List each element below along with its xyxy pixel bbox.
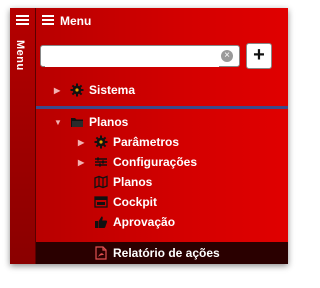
- search-input[interactable]: [45, 47, 219, 67]
- tree-item-planos-child[interactable]: Planos: [94, 172, 152, 192]
- folder-icon: [70, 115, 84, 129]
- plus-icon: +: [253, 44, 265, 66]
- search-box: ×: [40, 45, 240, 67]
- map-icon: [94, 175, 108, 189]
- tree-label: Cockpit: [113, 195, 158, 209]
- triangle-down-icon[interactable]: ▼: [54, 118, 64, 127]
- menu-header: Menu: [36, 8, 288, 34]
- menu-frame: Menu Menu × + ▶ Sistema ▼ Planos ▶ Parâm…: [10, 8, 288, 264]
- tree-item-configuracoes[interactable]: ▶ Configurações: [78, 152, 197, 172]
- tree-item-cockpit[interactable]: Cockpit: [94, 192, 157, 212]
- tree-item-sistema[interactable]: ▶ Sistema: [54, 80, 135, 100]
- menu-panel: Menu × + ▶ Sistema ▼ Planos ▶ Parâmetros…: [36, 8, 288, 264]
- tree-item-planos[interactable]: ▼ Planos: [54, 112, 128, 132]
- gear-icon: [70, 83, 84, 97]
- section-divider: [36, 106, 288, 109]
- triangle-right-icon[interactable]: ▶: [78, 138, 88, 147]
- tree-label: Relatório de ações: [113, 246, 220, 260]
- thumbs-up-icon: [94, 215, 108, 229]
- tree-item-aprovacao[interactable]: Aprovação: [94, 212, 175, 232]
- search-row: × +: [40, 43, 280, 69]
- browser-icon: [94, 195, 108, 209]
- triangle-right-icon[interactable]: ▶: [78, 158, 88, 167]
- collapsed-menu-strip[interactable]: Menu: [10, 8, 36, 264]
- tree-label: Sistema: [89, 83, 136, 97]
- tree-label: Planos: [113, 175, 153, 189]
- clear-icon[interactable]: ×: [221, 50, 233, 62]
- tree-item-relatorio[interactable]: Relatório de ações: [94, 243, 220, 263]
- triangle-right-icon[interactable]: ▶: [54, 86, 64, 95]
- tree-label: Parâmetros: [113, 135, 180, 149]
- tree-label: Planos: [89, 115, 129, 129]
- sliders-icon: [94, 155, 108, 169]
- hamburger-icon[interactable]: [16, 15, 29, 27]
- hamburger-icon[interactable]: [42, 15, 54, 27]
- tree-label: Aprovação: [113, 215, 176, 229]
- gear-icon: [94, 135, 108, 149]
- add-button[interactable]: +: [246, 43, 272, 69]
- tree-label: Configurações: [113, 155, 198, 169]
- pdf-icon: [94, 246, 108, 260]
- menu-title: Menu: [60, 14, 92, 28]
- tree-item-parametros[interactable]: ▶ Parâmetros: [78, 132, 179, 152]
- vertical-menu-label: Menu: [14, 40, 26, 71]
